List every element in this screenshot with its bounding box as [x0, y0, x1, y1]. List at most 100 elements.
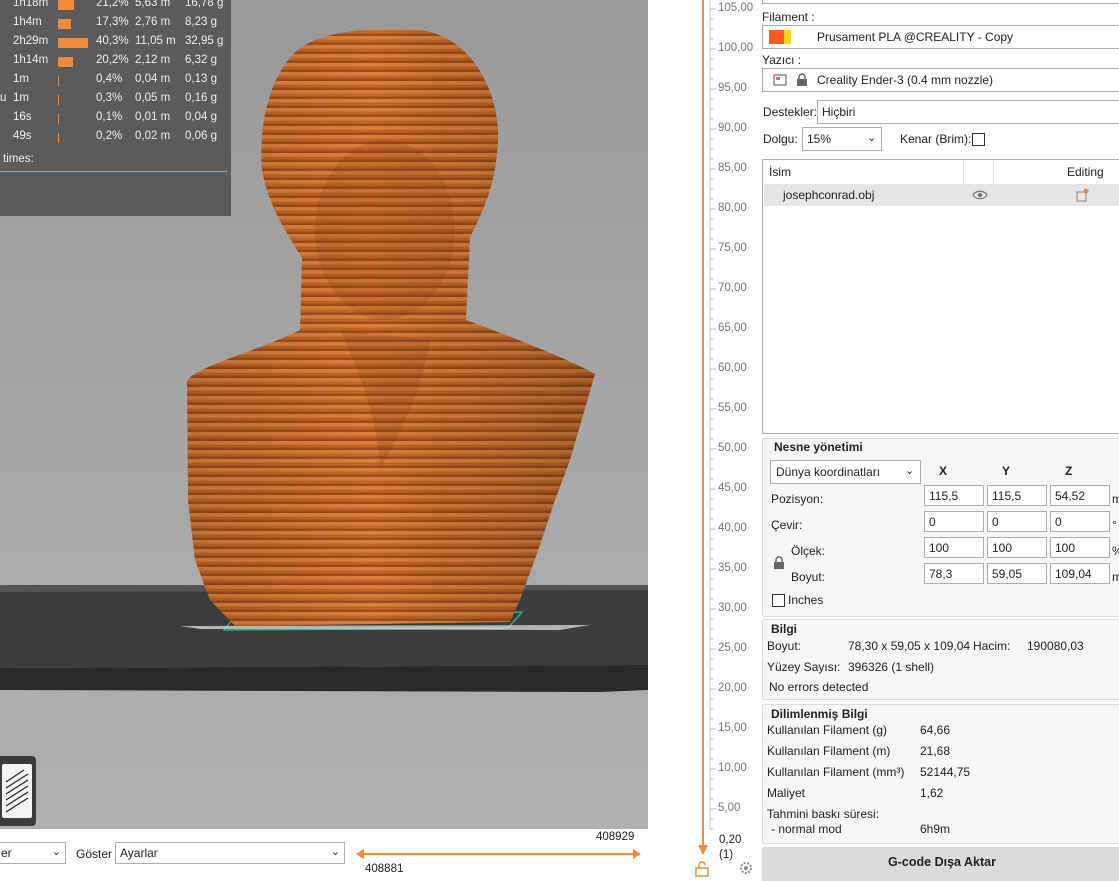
scale-lock-icon[interactable]	[773, 556, 785, 570]
slider-down-arrow-icon	[698, 845, 708, 855]
info-size-label: Boyut:	[767, 639, 802, 653]
layer-height-tick-label: 15,00	[718, 722, 747, 734]
feature-weight: 8,23 g	[185, 16, 217, 28]
show-options-select[interactable]: Ayarlar ⌄	[115, 842, 345, 864]
chevron-down-icon: ⌄	[51, 846, 61, 858]
feature-stat-row: 49s 0,2% 0,02 m 0,06 g	[0, 129, 231, 147]
slider-right-arrow-icon	[633, 849, 641, 859]
size-x-input[interactable]: 78,3	[924, 563, 984, 584]
supports-select[interactable]: Hiçbiri	[817, 100, 1119, 124]
position-x-input[interactable]: 115,5	[924, 485, 984, 506]
column-editing-header[interactable]: Editing	[1067, 165, 1104, 179]
layer-height-tick-label: 5,00	[718, 802, 741, 814]
rotation-z-input[interactable]: 0	[1050, 511, 1110, 532]
infill-select[interactable]: 15% ⌄	[802, 127, 882, 151]
3d-viewport[interactable]: 1h18m 21,2% 5,63 m 16,78 g 1h4m 17,3% 2,76 m 8,…	[0, 0, 648, 829]
feature-percent: 0,1%	[96, 111, 123, 123]
info-title: Bilgi	[771, 622, 797, 636]
feature-percent-bar	[58, 76, 59, 86]
filament-color-swatch[interactable]	[769, 30, 791, 44]
layer-height-tick-label: 40,00	[718, 522, 747, 534]
position-z-input[interactable]: 54,52	[1050, 485, 1110, 506]
layer-bottom-index: (1)	[719, 849, 734, 861]
info-volume-label: Hacim:	[973, 639, 1011, 653]
layer-height-tick-label: 105,00	[718, 2, 754, 14]
gear-icon[interactable]	[738, 860, 754, 876]
rotation-y-input[interactable]: 0	[987, 511, 1047, 532]
inches-label: Inches	[788, 593, 824, 607]
view-type-select[interactable]: er ⌄	[0, 842, 66, 864]
top-partial-combo	[762, 0, 1119, 4]
feature-weight: 0,06 g	[185, 130, 217, 142]
position-unit: m	[1112, 492, 1119, 506]
supports-label: Destekler:	[763, 105, 818, 119]
rotation-x-input[interactable]: 0	[924, 511, 984, 532]
info-facets-value: 396326 (1 shell)	[848, 660, 935, 674]
layer-slider[interactable]: 105,00 100,00 95,00 90,00 85,00 80,00 75,00 70,…	[648, 0, 762, 881]
object-list-header: İsim Editing	[763, 160, 1119, 185]
filament-mm3-value: 52144,75	[920, 765, 971, 779]
scale-label: Ölçek:	[791, 544, 826, 558]
edit-settings-icon[interactable]	[1076, 188, 1090, 202]
feature-length: 0,01 m	[135, 111, 171, 123]
column-name-header[interactable]: İsim	[769, 165, 791, 179]
feature-weight: 0,04 g	[185, 111, 217, 123]
layer-height-tick-label: 90,00	[718, 122, 747, 134]
axis-y-label: Y	[1002, 464, 1011, 478]
scale-x-input[interactable]: 100	[924, 537, 984, 558]
normal-mode-value: 6h9m	[920, 822, 951, 836]
scale-z-input[interactable]: 100	[1050, 537, 1110, 558]
feature-percent: 20,2%	[96, 54, 129, 66]
layer-height-tick-label: 25,00	[718, 642, 747, 654]
feature-stat-row: 1h14m 20,2% 2,12 m 6,32 g	[0, 53, 231, 71]
feature-time: 16s	[13, 111, 32, 123]
object-list-row[interactable]: josephconrad.obj	[764, 184, 1119, 206]
layer-height-tick-label: 75,00	[718, 242, 747, 254]
unlock-icon[interactable]	[695, 861, 709, 877]
object-list: İsim Editing josephconrad.obj	[762, 159, 1119, 434]
layer-height-tick-label: 30,00	[718, 602, 747, 614]
size-y-input[interactable]: 59,05	[987, 563, 1047, 584]
object-name: josephconrad.obj	[783, 188, 875, 202]
stats-divider	[0, 171, 227, 172]
feature-stats-legend: 1h18m 21,2% 5,63 m 16,78 g 1h4m 17,3% 2,76 m 8,…	[0, 0, 231, 216]
feature-weight: 0,16 g	[185, 92, 217, 104]
layer-height-tick-label: 20,00	[718, 682, 747, 694]
feature-stat-row: 16s 0,1% 0,01 m 0,04 g	[0, 110, 231, 128]
infill-value: 15%	[807, 132, 832, 146]
feature-weight: 32,95 g	[185, 35, 224, 47]
feature-percent: 0,3%	[96, 92, 123, 104]
inches-checkbox[interactable]	[772, 594, 785, 607]
export-gcode-button[interactable]: G-code Dışa Aktar	[762, 847, 1119, 881]
horizontal-move-slider[interactable]	[356, 848, 641, 860]
feature-percent: 17,3%	[96, 16, 129, 28]
sliced-info-title: Dilimlenmiş Bilgi	[771, 707, 868, 721]
info-size-value: 78,30 x 59,05 x 109,04	[848, 639, 971, 653]
position-label: Pozisyon:	[771, 492, 824, 506]
printer-select[interactable]: Creality Ender-3 (0.4 mm nozzle)	[762, 68, 1119, 92]
layers-icon[interactable]	[0, 756, 36, 826]
layer-bottom-height: 0,20	[719, 834, 742, 846]
eye-icon[interactable]	[972, 189, 988, 201]
h-slider-lower-value: 408881	[365, 863, 404, 875]
position-y-input[interactable]: 115,5	[987, 485, 1047, 506]
filament-select[interactable]: Prusament PLA @CREALITY - Copy	[762, 25, 1119, 49]
size-z-input[interactable]: 109,04	[1050, 563, 1110, 584]
cost-value: 1,62	[920, 786, 944, 800]
brim-checkbox[interactable]	[972, 133, 985, 146]
feature-percent-bar	[58, 95, 59, 105]
scale-y-input[interactable]: 100	[987, 537, 1047, 558]
feature-stat-row: 2h29m 40,3% 11,05 m 32,95 g	[0, 34, 231, 52]
feature-length: 5,63 m	[135, 0, 171, 9]
feature-percent-bar	[58, 0, 74, 10]
coordinate-system-select[interactable]: Dünya koordinatları ⌄	[770, 460, 921, 484]
supports-value: Hiçbiri	[822, 105, 856, 119]
filament-m-value: 21,68	[920, 744, 951, 758]
printer-value: Creality Ender-3 (0.4 mm nozzle)	[817, 73, 994, 87]
layer-height-tick-label: 45,00	[718, 482, 747, 494]
feature-percent-bar	[58, 133, 59, 143]
feature-length: 2,76 m	[135, 16, 171, 28]
view-type-value: er	[1, 846, 12, 860]
layer-height-tick-label: 100,00	[718, 42, 754, 54]
feature-time: 1h4m	[13, 16, 42, 28]
